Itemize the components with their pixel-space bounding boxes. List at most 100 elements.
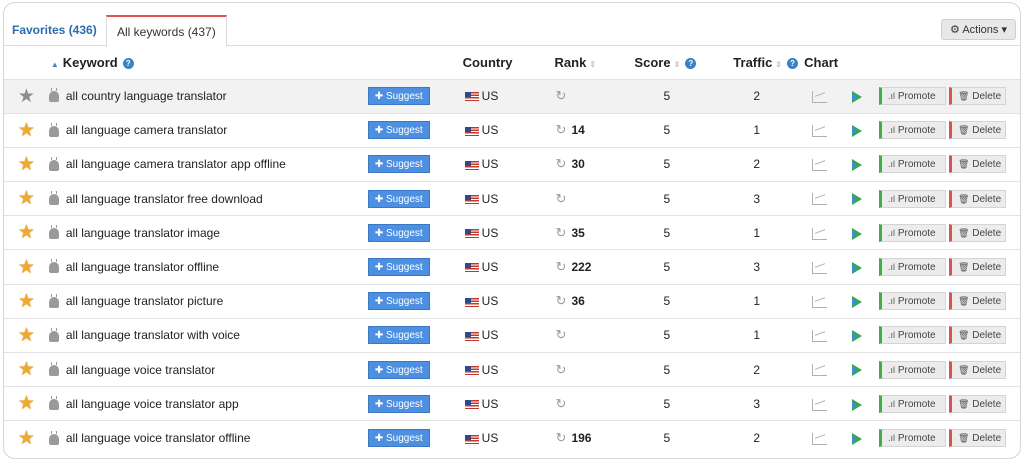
promote-button[interactable]: .ıl Promote — [879, 292, 947, 311]
favorite-star-icon[interactable]: ★ — [18, 428, 35, 449]
delete-button[interactable]: 🗑 Delete — [949, 394, 1006, 413]
actions-dropdown[interactable]: ⚙ Actions ▾ — [941, 19, 1016, 40]
help-icon[interactable]: ? — [122, 58, 134, 70]
google-play-icon[interactable] — [852, 227, 863, 240]
chart-icon[interactable] — [812, 193, 828, 206]
chart-icon[interactable] — [812, 398, 828, 411]
delete-button[interactable]: 🗑 Delete — [949, 429, 1006, 448]
favorite-star-icon[interactable]: ★ — [18, 325, 35, 346]
favorite-star-icon[interactable]: ★ — [18, 291, 35, 312]
col-country[interactable]: Country — [463, 55, 513, 70]
suggest-button[interactable]: ✚ Suggest — [367, 292, 430, 311]
delete-button[interactable]: 🗑 Delete — [949, 326, 1006, 345]
refresh-icon[interactable]: ↻ — [556, 122, 567, 137]
chart-icon[interactable] — [812, 159, 828, 172]
refresh-icon[interactable]: ↻ — [556, 293, 567, 308]
suggest-button[interactable]: ✚ Suggest — [367, 155, 430, 174]
suggest-button[interactable]: ✚ Suggest — [367, 429, 430, 448]
promote-button[interactable]: .ıl Promote — [879, 258, 947, 277]
col-score[interactable]: Score — [634, 55, 670, 70]
help-icon[interactable]: ? — [787, 58, 798, 70]
favorite-star-icon[interactable]: ★ — [18, 120, 35, 141]
promote-button[interactable]: .ıl Promote — [879, 429, 947, 448]
promote-button[interactable]: .ıl Promote — [879, 189, 947, 208]
google-play-icon[interactable] — [852, 330, 863, 343]
promote-button[interactable]: .ıl Promote — [879, 87, 947, 106]
suggest-button[interactable]: ✚ Suggest — [367, 121, 430, 140]
promote-button[interactable]: .ıl Promote — [879, 155, 947, 174]
chart-icon[interactable] — [812, 125, 828, 138]
delete-button[interactable]: 🗑 Delete — [949, 223, 1006, 242]
refresh-icon[interactable]: ↻ — [556, 156, 567, 171]
suggest-button[interactable]: ✚ Suggest — [367, 87, 430, 106]
refresh-icon[interactable]: ↻ — [556, 225, 567, 240]
col-traffic[interactable]: Traffic — [733, 55, 772, 70]
chart-icon[interactable] — [812, 261, 828, 274]
delete-button[interactable]: 🗑 Delete — [949, 87, 1006, 106]
google-play-icon[interactable] — [852, 433, 863, 446]
chart-icon[interactable] — [812, 433, 828, 446]
us-flag-icon — [464, 92, 479, 102]
col-rank[interactable]: Rank — [555, 55, 587, 70]
google-play-icon[interactable] — [852, 364, 863, 377]
promote-button[interactable]: .ıl Promote — [879, 326, 947, 345]
suggest-button[interactable]: ✚ Suggest — [367, 258, 430, 277]
refresh-icon[interactable]: ↻ — [556, 88, 567, 103]
suggest-button[interactable]: ✚ Suggest — [367, 360, 430, 379]
suggest-button[interactable]: ✚ Suggest — [367, 189, 430, 208]
delete-button[interactable]: 🗑 Delete — [949, 258, 1006, 277]
table-row: ★ all language voice translator app ✚ Su… — [4, 386, 1020, 421]
suggest-button[interactable]: ✚ Suggest — [367, 394, 430, 413]
google-play-icon[interactable] — [852, 193, 863, 206]
promote-button[interactable]: .ıl Promote — [879, 121, 947, 140]
refresh-icon[interactable]: ↻ — [556, 362, 567, 377]
us-flag-icon — [464, 331, 479, 341]
chart-icon[interactable] — [812, 227, 828, 240]
favorite-star-icon[interactable]: ★ — [18, 222, 35, 243]
google-play-icon[interactable] — [852, 398, 863, 411]
sort-icon[interactable]: ⇕ — [775, 60, 782, 69]
google-play-icon[interactable] — [852, 261, 863, 274]
promote-button[interactable]: .ıl Promote — [879, 223, 947, 242]
suggest-button[interactable]: ✚ Suggest — [367, 326, 430, 345]
sort-asc-icon[interactable]: ▲ — [51, 60, 59, 69]
chart-icon[interactable] — [812, 330, 828, 343]
sort-icon[interactable]: ⇕ — [674, 60, 681, 69]
trash-icon: 🗑 — [958, 330, 970, 341]
refresh-icon[interactable]: ↻ — [556, 259, 567, 274]
delete-button[interactable]: 🗑 Delete — [949, 155, 1006, 174]
favorite-star-icon[interactable]: ★ — [18, 86, 35, 107]
help-icon[interactable]: ? — [685, 58, 697, 70]
google-play-icon[interactable] — [852, 296, 863, 309]
favorite-star-icon[interactable]: ★ — [18, 188, 35, 209]
country-code: US — [481, 260, 499, 275]
favorite-star-icon[interactable]: ★ — [18, 393, 35, 414]
refresh-icon[interactable]: ↻ — [556, 191, 567, 206]
delete-label: Delete — [972, 159, 1002, 171]
google-play-icon[interactable] — [852, 90, 863, 103]
favorite-star-icon[interactable]: ★ — [18, 359, 35, 380]
tab-all-keywords[interactable]: All keywords (437) — [106, 15, 227, 47]
suggest-button[interactable]: ✚ Suggest — [367, 223, 430, 242]
tab-favorites[interactable]: Favorites (436) — [12, 23, 97, 37]
col-keyword[interactable]: Keyword — [63, 55, 118, 70]
refresh-icon[interactable]: ↻ — [556, 430, 567, 445]
delete-button[interactable]: 🗑 Delete — [949, 189, 1006, 208]
refresh-icon[interactable]: ↻ — [556, 396, 567, 411]
delete-button[interactable]: 🗑 Delete — [949, 292, 1006, 311]
favorite-star-icon[interactable]: ★ — [18, 154, 35, 175]
sort-icon[interactable]: ⇕ — [589, 60, 596, 69]
google-play-icon[interactable] — [852, 159, 863, 172]
delete-button[interactable]: 🗑 Delete — [949, 121, 1006, 140]
refresh-icon[interactable]: ↻ — [556, 327, 567, 342]
chart-icon[interactable] — [812, 364, 828, 377]
country-code: US — [481, 396, 499, 411]
google-play-icon[interactable] — [852, 125, 863, 138]
chart-icon[interactable] — [812, 296, 828, 309]
promote-button[interactable]: .ıl Promote — [879, 394, 947, 413]
favorite-star-icon[interactable]: ★ — [18, 257, 35, 278]
delete-button[interactable]: 🗑 Delete — [949, 360, 1006, 379]
chart-icon[interactable] — [812, 90, 828, 103]
promote-button[interactable]: .ıl Promote — [879, 360, 947, 379]
traffic-value: 2 — [753, 89, 761, 104]
